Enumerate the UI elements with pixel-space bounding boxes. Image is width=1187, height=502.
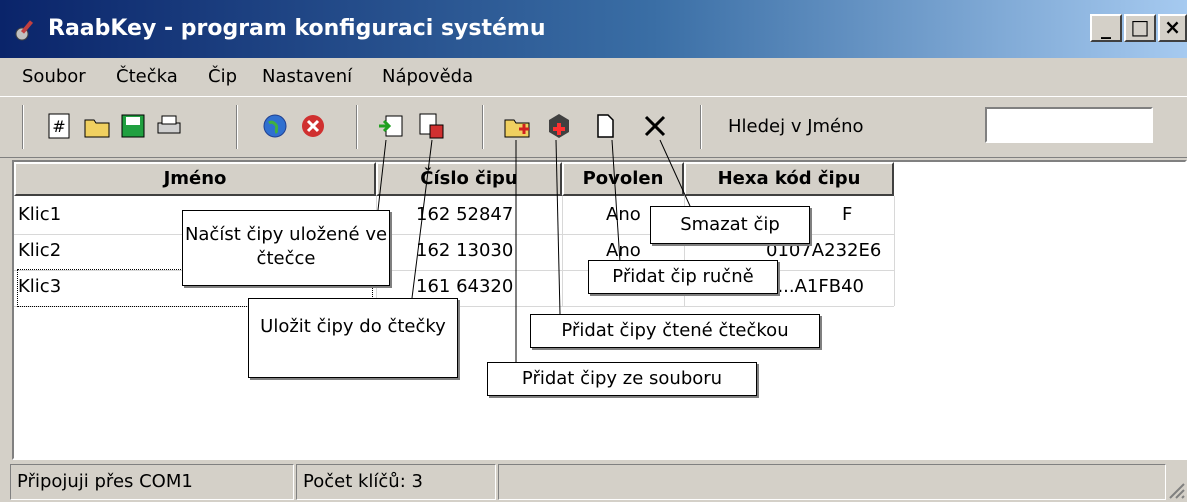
toolbar-separator (236, 105, 238, 149)
maximize-button[interactable]: □ (1124, 14, 1156, 42)
status-count: Počet klíčů: 3 (296, 464, 496, 500)
cell-povolen: Ano (606, 204, 641, 225)
toolbar: # Hledej v Jméno (0, 96, 1187, 158)
search-input[interactable] (985, 107, 1153, 143)
callout-pridat-rucne: Přidat čip ručně (588, 260, 778, 294)
title-bar: RaabKey - program konfiguraci systému _ … (0, 0, 1187, 58)
menu-ctecka[interactable]: Čtečka (116, 64, 178, 90)
menu-napoveda[interactable]: Nápověda (382, 64, 473, 90)
toolbar-separator (700, 105, 702, 149)
callout-ulozit-cipy: Uložit čipy do čtečky (248, 298, 458, 378)
cell-hexa: 0...A1FB40 (766, 276, 864, 297)
print-icon[interactable] (154, 111, 184, 141)
app-key-icon (15, 20, 34, 41)
chip-list[interactable]: Jméno Číslo čipu Povolen Hexa kód čipu K… (12, 160, 1187, 460)
menu-bar: Soubor Čtečka Čip Nastavení Nápověda (0, 58, 1187, 96)
toolbar-grip (22, 105, 24, 149)
new-file-icon[interactable]: # (44, 111, 74, 141)
cell-cislo: 162 52847 (416, 204, 514, 225)
load-chips-icon[interactable] (376, 111, 406, 141)
status-connection: Připojuji přes COM1 (10, 464, 294, 500)
column-header-hexa[interactable]: Hexa kód čipu (684, 162, 894, 196)
column-header-jmeno[interactable]: Jméno (14, 162, 376, 196)
save-icon[interactable] (118, 111, 148, 141)
menu-cip[interactable]: Čip (208, 64, 237, 90)
column-divider (562, 196, 563, 306)
import-file-icon[interactable] (502, 111, 532, 141)
search-label: Hledej v Jméno (728, 116, 864, 137)
callout-nacist-cipy: Načíst čipy uložené ve čtečce (182, 210, 390, 286)
close-button[interactable]: × (1158, 14, 1187, 42)
menu-soubor[interactable]: Soubor (22, 64, 86, 90)
globe-icon[interactable] (260, 111, 290, 141)
delete-icon[interactable] (640, 111, 670, 141)
cell-jmeno[interactable]: Klic2 (18, 234, 61, 270)
status-bar: Připojuji přes COM1 Počet klíčů: 3 (0, 462, 1187, 502)
menu-nastaveni[interactable]: Nastavení (262, 64, 352, 90)
status-empty (498, 464, 1166, 500)
cell-jmeno[interactable]: Klic1 (18, 198, 61, 234)
minimize-button[interactable]: _ (1090, 14, 1122, 42)
open-folder-icon[interactable] (82, 111, 112, 141)
window-title: RaabKey - program konfiguraci systému (48, 16, 546, 41)
new-chip-icon[interactable] (590, 111, 620, 141)
callout-pridat-ctene: Přidat čipy čtené čtečkou (530, 314, 820, 348)
add-read-icon[interactable] (544, 111, 574, 141)
column-divider (894, 196, 895, 306)
cell-hexa: F (842, 204, 853, 225)
callout-smazat-cip: Smazat čip (650, 206, 810, 244)
toolbar-separator (356, 105, 358, 149)
save-chips-icon[interactable] (416, 111, 446, 141)
column-header-povolen[interactable]: Povolen (562, 162, 684, 196)
svg-text:#: # (52, 117, 65, 136)
stop-icon[interactable] (298, 111, 328, 141)
toolbar-separator (482, 105, 484, 149)
cell-cislo: 162 13030 (416, 240, 514, 261)
column-header-cislo[interactable]: Číslo čipu (376, 162, 562, 196)
resize-grip-icon[interactable] (1166, 480, 1186, 500)
callout-pridat-ze-souboru: Přidat čipy ze souboru (487, 362, 757, 396)
